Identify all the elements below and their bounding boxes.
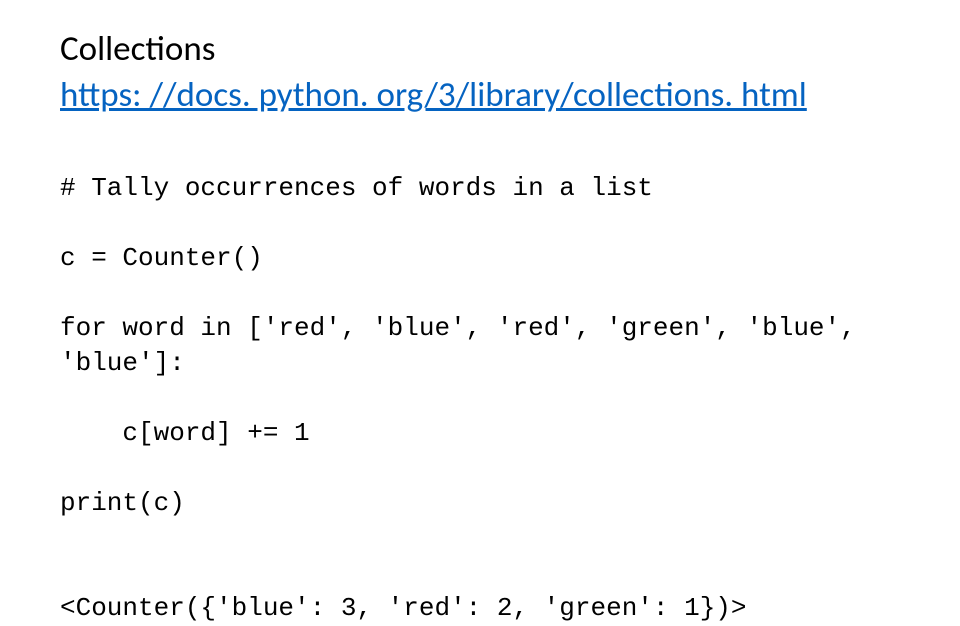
code-line: print(c) — [60, 486, 900, 521]
code-line: c = Counter() — [60, 241, 900, 276]
slide-title: Collections — [60, 28, 900, 72]
code-example: # Tally occurrences of words in a list c… — [60, 136, 900, 557]
doc-link[interactable]: https: //docs. python. org/3/library/col… — [60, 74, 900, 118]
code-line: for word in ['red', 'blue', 'red', 'gree… — [60, 311, 900, 381]
code-line: c[word] += 1 — [60, 416, 900, 451]
code-line: # Tally occurrences of words in a list — [60, 171, 900, 206]
code-output: <Counter({'blue': 3, 'red': 2, 'green': … — [60, 591, 900, 626]
